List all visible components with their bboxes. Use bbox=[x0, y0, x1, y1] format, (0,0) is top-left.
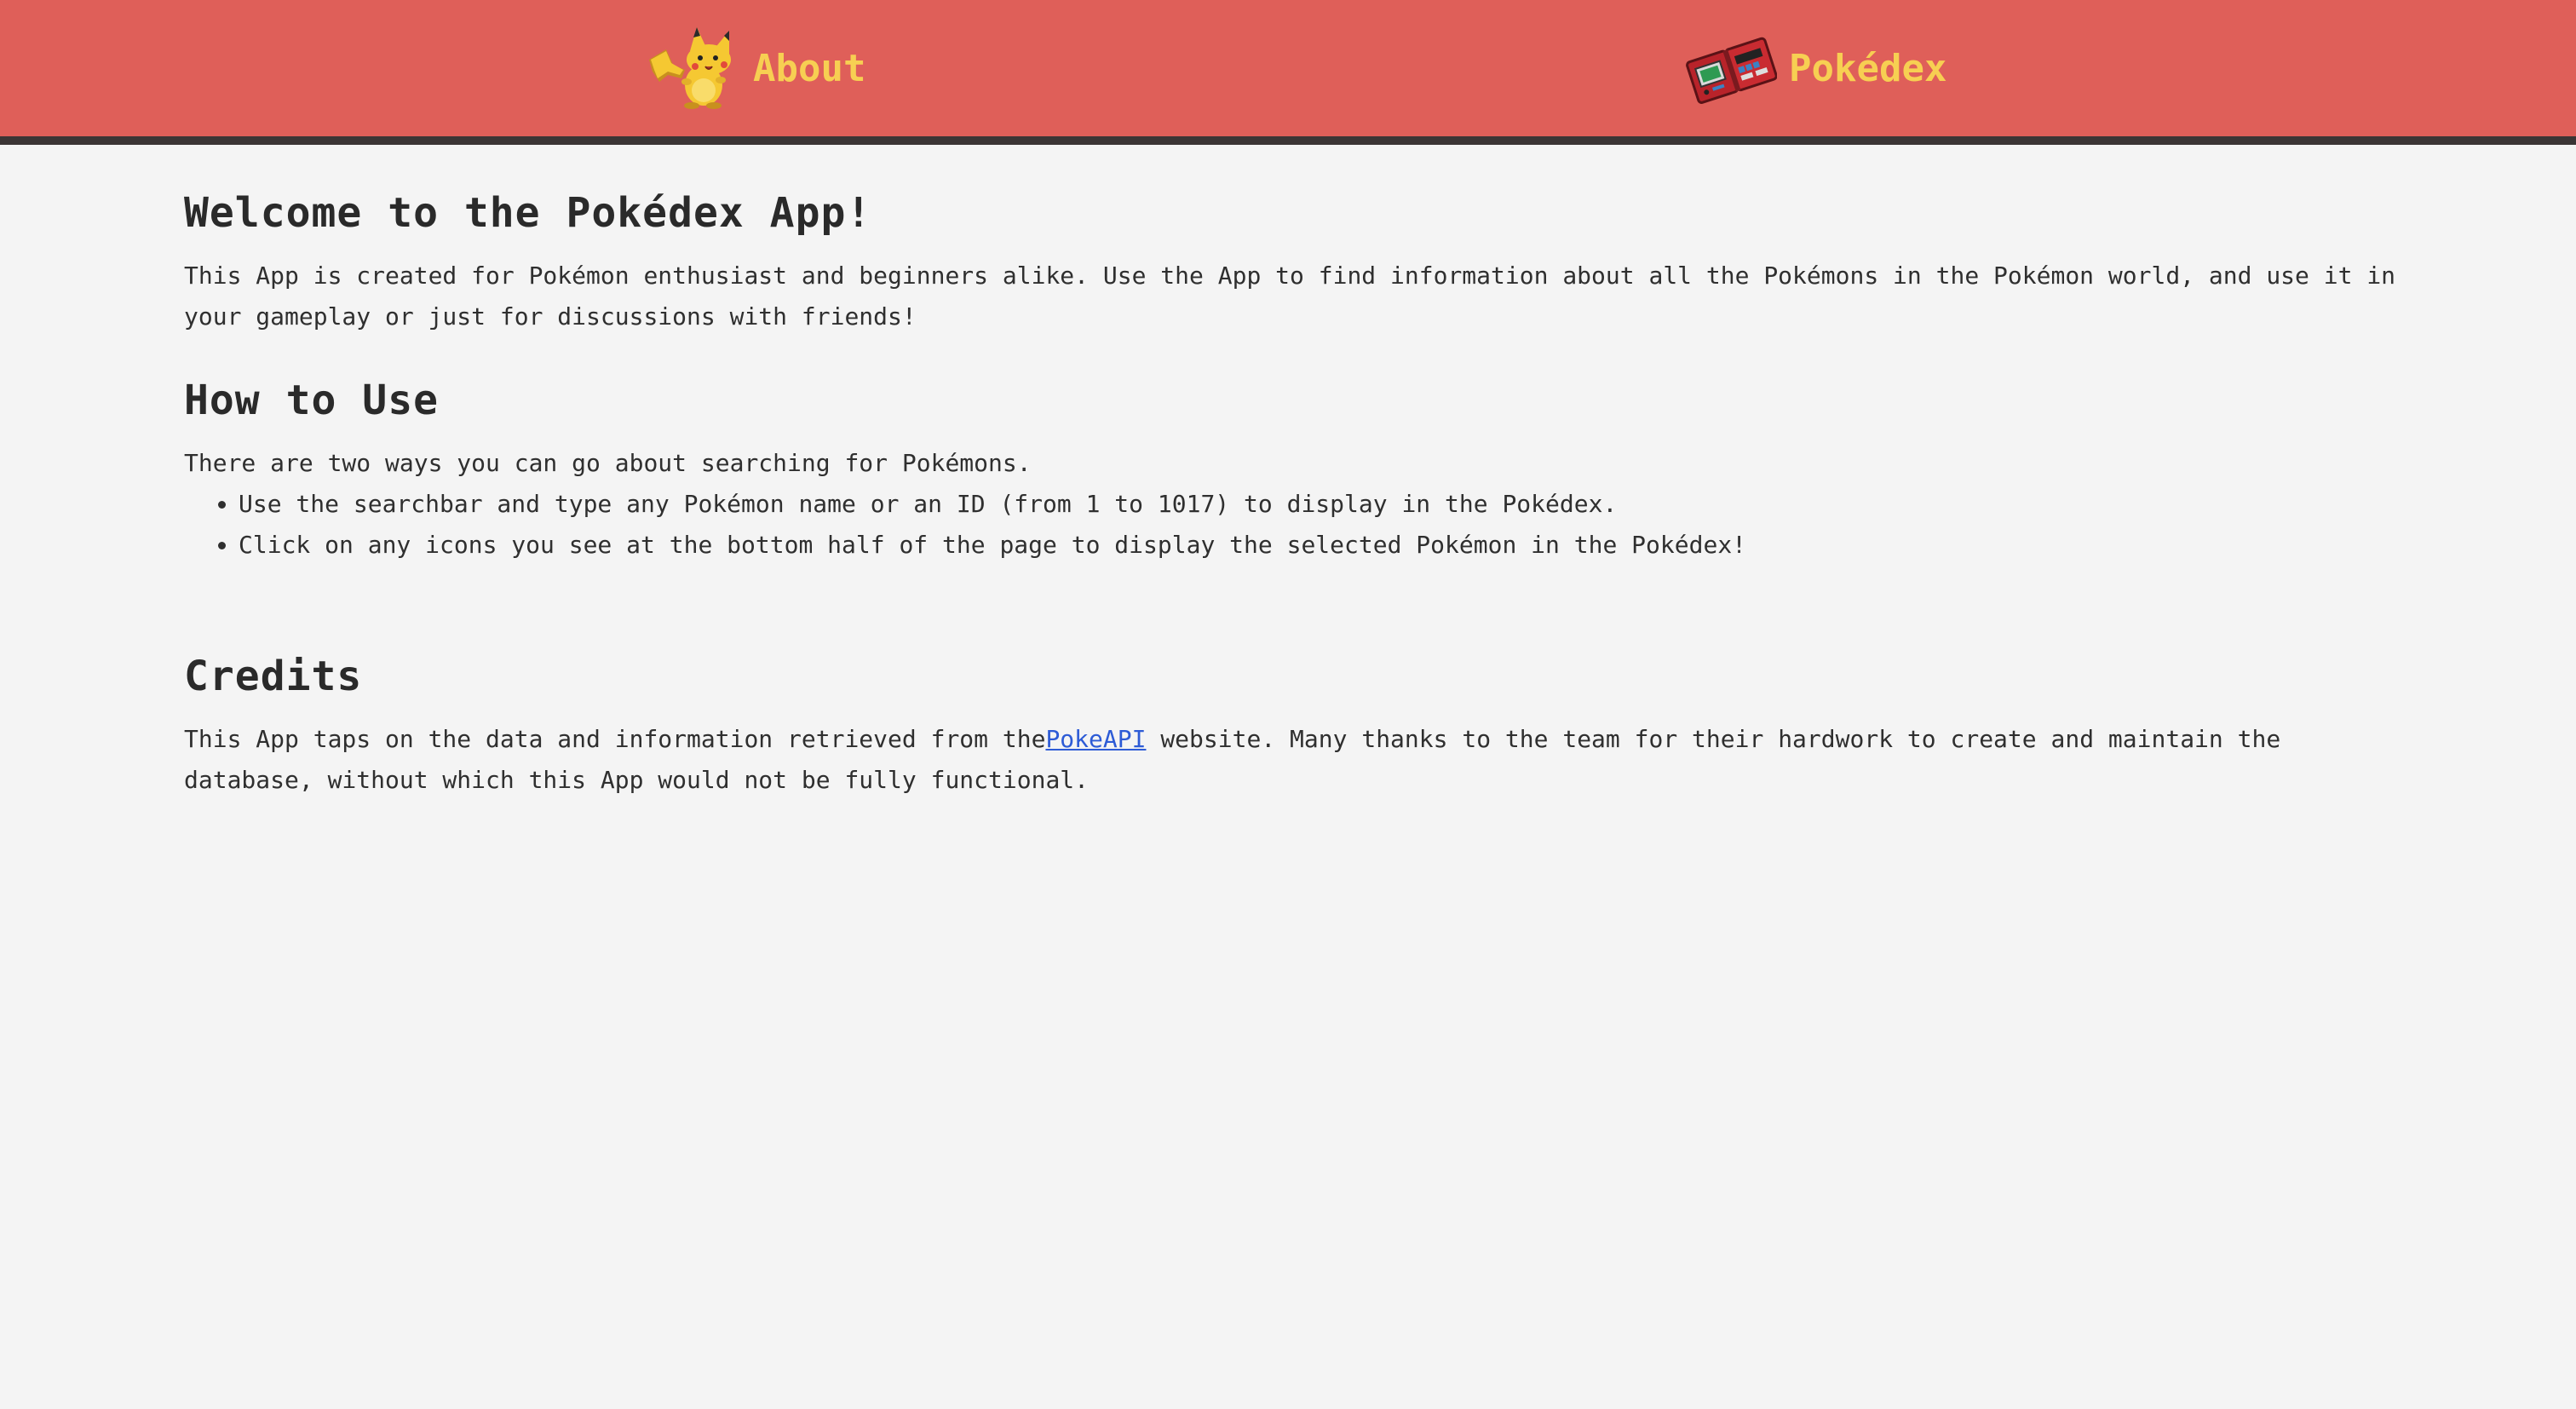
credits-section: Credits This App taps on the data and in… bbox=[184, 634, 2399, 801]
credits-text-before: This App taps on the data and informatio… bbox=[184, 725, 1046, 753]
credits-heading: Credits bbox=[184, 653, 363, 700]
credits-paragraph: This App taps on the data and informatio… bbox=[184, 719, 2399, 801]
welcome-section: Welcome to the Pokédex App! This App is … bbox=[184, 170, 2399, 337]
nav-pokedex-link[interactable]: Pokédex bbox=[1685, 26, 1946, 111]
pikachu-icon bbox=[647, 26, 741, 111]
welcome-paragraph: This App is created for Pokémon enthusia… bbox=[184, 262, 2396, 331]
about-content: Welcome to the Pokédex App! This App is … bbox=[184, 170, 2399, 801]
welcome-heading: Welcome to the Pokédex App! bbox=[184, 189, 872, 237]
how-to-use-intro: There are two ways you can go about sear… bbox=[184, 449, 1032, 477]
how-to-use-section: How to Use There are two ways you can go… bbox=[184, 358, 2399, 566]
pokedex-device-icon bbox=[1685, 27, 1778, 109]
nav-about-label: About bbox=[753, 46, 866, 90]
list-item: Click on any icons you see at the bottom… bbox=[239, 525, 2399, 566]
nav-about-link[interactable]: About bbox=[647, 26, 865, 111]
how-to-use-heading: How to Use bbox=[184, 377, 439, 424]
list-item: Use the searchbar and type any Pokémon n… bbox=[239, 484, 2399, 525]
how-to-use-list: Use the searchbar and type any Pokémon n… bbox=[184, 484, 2399, 566]
pokeapi-link[interactable]: PokeAPI bbox=[1045, 725, 1146, 753]
top-navbar: About Pokédex bbox=[0, 0, 2576, 145]
nav-pokedex-label: Pokédex bbox=[1789, 46, 1947, 90]
